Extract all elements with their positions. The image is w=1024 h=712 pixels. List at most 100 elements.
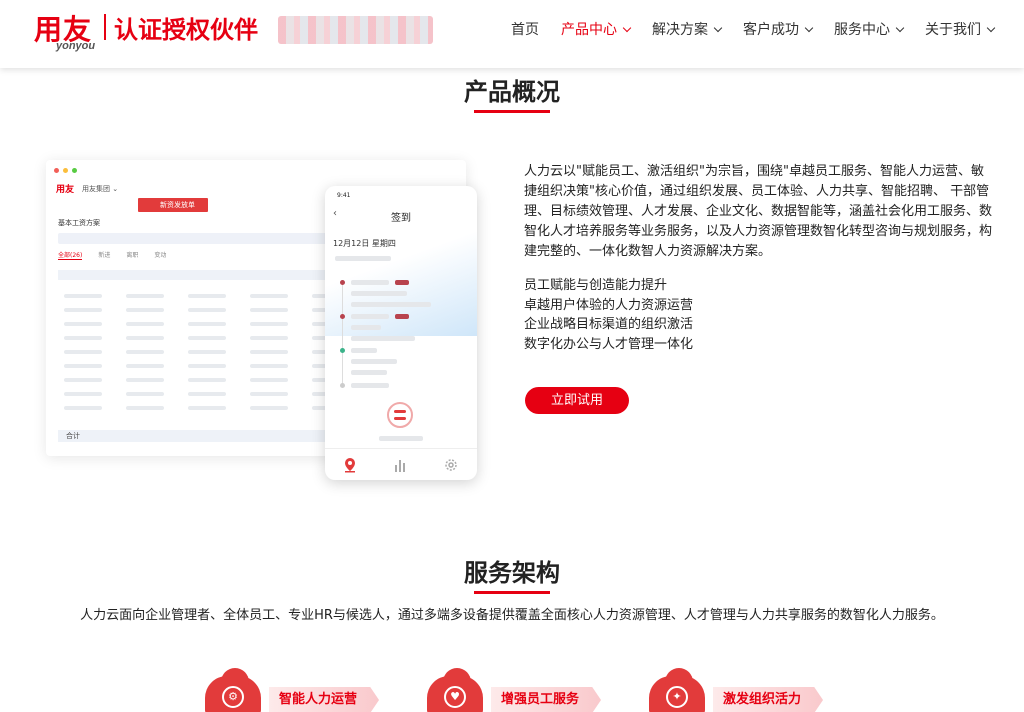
dot-red <box>54 168 59 173</box>
chevron-down-icon <box>804 23 814 32</box>
table-cell-placeholder <box>188 350 226 354</box>
sign-bar <box>394 410 406 413</box>
timeline-dot <box>340 383 345 388</box>
service-card-employee[interactable]: ♥ 增强员工服务 <box>427 668 607 712</box>
table-cell-placeholder <box>188 364 226 368</box>
architecture-title: 服务架构 <box>464 559 560 587</box>
placeholder-bar <box>335 256 391 261</box>
nav-label: 首页 <box>511 22 539 38</box>
table-cell-placeholder <box>250 392 288 396</box>
desk-total-row: 合计 <box>58 430 346 442</box>
table-cell-placeholder <box>126 308 164 312</box>
chevron-down-icon <box>713 23 723 32</box>
gear-icon <box>445 458 457 471</box>
chevron-down-icon <box>986 23 996 32</box>
lightbulb-icon: ✦ <box>666 686 688 708</box>
table-cell-placeholder <box>188 378 226 382</box>
timeline-line <box>342 282 343 386</box>
table-cell-placeholder <box>250 378 288 382</box>
architecture-description: 人力云面向企业管理者、全体员工、专业HR与候选人，通过多端多设备提供覆盖全面核心… <box>80 608 944 623</box>
table-cell-placeholder <box>64 308 102 312</box>
location-pin-icon <box>345 457 355 472</box>
placeholder-bar <box>351 383 389 388</box>
phone-mockup: 9:41 ‹ 签到 12月12日 星期四 <box>325 186 477 480</box>
desk-search-bar <box>58 233 338 244</box>
desk-button: 新资发放单 <box>138 198 208 212</box>
sign-in-button <box>387 402 413 428</box>
table-cell-placeholder <box>64 406 102 410</box>
feature-item: 企业战略目标渠道的组织激活 <box>524 317 694 332</box>
placeholder-bar <box>351 336 415 341</box>
nav-service-center[interactable]: 服务中心 <box>834 19 905 39</box>
table-cell-placeholder <box>188 322 226 326</box>
placeholder-bar <box>351 370 387 375</box>
status-tag <box>395 314 409 319</box>
sign-bar <box>394 417 406 420</box>
nav-products[interactable]: 产品中心 <box>561 19 632 39</box>
table-cell-placeholder <box>188 336 226 340</box>
desk-tab: 离职 <box>126 252 139 259</box>
timeline-dot <box>340 348 345 353</box>
desk-logo: 用友 <box>56 185 75 195</box>
nav-label: 客户成功 <box>743 22 799 38</box>
table-cell-placeholder <box>188 308 226 312</box>
service-card-org[interactable]: ✦ 激发组织活力 <box>649 668 829 712</box>
feature-item: 数字化办公与人才管理一体化 <box>524 336 694 352</box>
title-underline <box>474 591 550 594</box>
placeholder-bar <box>351 291 407 296</box>
table-cell-placeholder <box>64 364 102 368</box>
table-cell-placeholder <box>250 294 288 298</box>
main-nav: 首页 产品中心 解决方案 客户成功 服务中心 关于我们 <box>511 0 996 58</box>
nav-home[interactable]: 首页 <box>511 19 539 39</box>
table-cell-placeholder <box>250 308 288 312</box>
service-label: 智能人力运营 <box>269 687 380 712</box>
phone-tabbar <box>325 448 477 480</box>
table-cell-placeholder <box>188 392 226 396</box>
site-header: 用友 yonyou 认证授权伙伴 首页 产品中心 解决方案 客户成功 服务中心 … <box>0 0 1024 68</box>
feature-item: 卓越用户体验的人力资源运营 <box>524 297 694 313</box>
table-cell-placeholder <box>126 378 164 382</box>
table-cell-placeholder <box>126 364 164 368</box>
service-label: 增强员工服务 <box>491 687 602 712</box>
table-cell-placeholder <box>126 322 164 326</box>
table-cell-placeholder <box>64 322 102 326</box>
desk-tab: 全部(26) <box>58 252 83 260</box>
table-cell-placeholder <box>126 336 164 340</box>
placeholder-bar <box>351 314 389 319</box>
partner-label: 认证授权伙伴 <box>114 16 258 44</box>
table-cell-placeholder <box>126 350 164 354</box>
phone-date: 12月12日 星期四 <box>333 239 396 248</box>
table-cell-placeholder <box>64 350 102 354</box>
title-underline <box>474 110 550 113</box>
nav-label: 产品中心 <box>561 22 617 38</box>
nav-solutions[interactable]: 解决方案 <box>652 19 723 39</box>
placeholder-bar <box>351 302 431 307</box>
phone-time: 9:41 <box>337 192 351 199</box>
desk-tab: 变动 <box>154 252 167 259</box>
desk-table-header <box>58 270 346 280</box>
phone-title: 签到 <box>391 213 411 224</box>
table-cell-placeholder <box>64 378 102 382</box>
table-cell-placeholder <box>250 350 288 354</box>
try-now-button[interactable]: 立即试用 <box>525 387 629 414</box>
placeholder-bar <box>351 348 377 353</box>
desk-plan-label: 基本工资方案 <box>58 219 100 227</box>
table-cell-placeholder <box>250 406 288 410</box>
status-tag <box>395 280 409 285</box>
placeholder-bar <box>351 280 389 285</box>
nav-label: 服务中心 <box>834 22 890 38</box>
overview-intro: 人力云以"赋能员工、激活组织"为宗旨，围绕"卓越员工服务、智能人力运营、敏捷组织… <box>524 164 993 259</box>
nav-customer-success[interactable]: 客户成功 <box>743 19 814 39</box>
logo-divider <box>104 14 106 40</box>
feature-item: 员工赋能与创造能力提升 <box>524 278 668 293</box>
service-label: 激发组织活力 <box>713 687 824 712</box>
feature-list: 员工赋能与创造能力提升 卓越用户体验的人力资源运营 企业战略目标渠道的组织激活 … <box>524 276 693 354</box>
dot-green <box>72 168 77 173</box>
desk-tabs: 全部(26) 新进 离职 变动 <box>58 250 166 260</box>
nav-about[interactable]: 关于我们 <box>925 19 996 39</box>
placeholder-bar <box>351 325 381 330</box>
service-card-hr-ops[interactable]: ⚙ 智能人力运营 <box>205 668 385 712</box>
chevron-down-icon <box>895 23 905 32</box>
blurred-company-name <box>278 16 433 44</box>
chevron-down-icon <box>622 23 632 32</box>
